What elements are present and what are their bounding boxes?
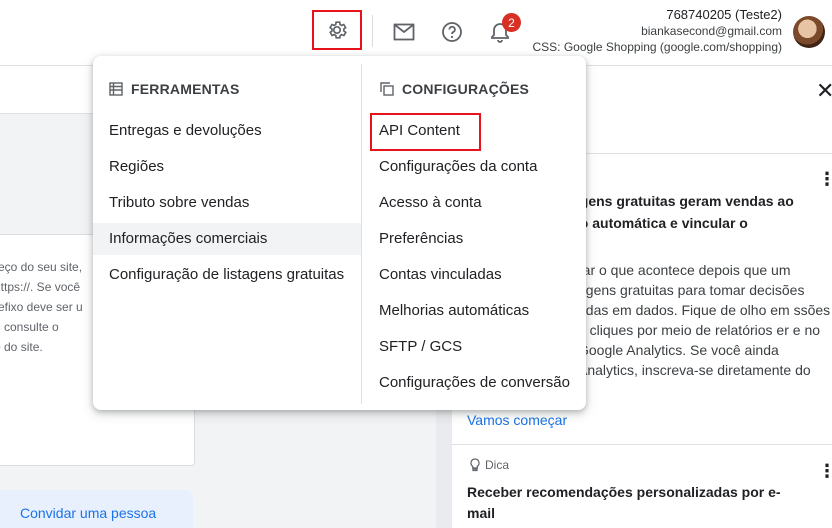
menu-item-shipping[interactable]: Entregas e devoluções xyxy=(93,115,361,147)
help-icon xyxy=(442,22,462,42)
tip-label-text: Dica xyxy=(485,458,510,472)
card-line: reço do seu site, xyxy=(0,260,83,274)
menu-item-content-api[interactable]: API Content xyxy=(362,115,586,147)
card-line: o do site. xyxy=(0,340,43,354)
menu-item-account-settings[interactable]: Configurações da conta xyxy=(362,151,586,183)
invite-person-button[interactable]: Convidar uma pessoa xyxy=(0,490,193,528)
avatar[interactable] xyxy=(793,16,825,48)
close-icon[interactable]: ✕ xyxy=(816,78,832,104)
settings-heading: CONFIGURAÇÕES xyxy=(380,81,529,97)
settings-heading-label: CONFIGURAÇÕES xyxy=(402,81,530,97)
account-info[interactable]: 768740205 (Teste2) biankasecond@gmail.co… xyxy=(533,7,783,55)
card-line: https://. Se você xyxy=(0,280,81,294)
menu-item-conversion-settings[interactable]: Configurações de conversão xyxy=(362,367,586,399)
mail-button[interactable] xyxy=(384,12,424,52)
panel-divider xyxy=(452,444,832,445)
menu-item-free-listings[interactable]: Configuração de listagens gratuitas xyxy=(93,259,361,291)
toolbar-divider xyxy=(372,15,373,47)
more-vert-icon[interactable]: ⋮ xyxy=(818,170,832,188)
tools-heading-label: FERRAMENTAS xyxy=(131,81,240,97)
account-css: CSS: Google Shopping (google.com/shoppin… xyxy=(532,40,783,54)
get-started-link[interactable]: Vamos começar xyxy=(467,412,567,428)
gear-icon xyxy=(329,21,347,39)
tools-icon xyxy=(109,82,123,96)
menu-item-preferences[interactable]: Preferências xyxy=(362,223,586,255)
mail-icon xyxy=(393,23,415,41)
menu-item-linked-accounts[interactable]: Contas vinculadas xyxy=(362,259,586,291)
account-id: 768740205 (Teste2) xyxy=(666,7,782,22)
menu-item-auto-improvements[interactable]: Melhorias automáticas xyxy=(362,295,586,327)
tip-label: Dica xyxy=(469,458,509,472)
menu-item-sales-tax[interactable]: Tributo sobre vendas xyxy=(93,187,361,219)
tools-heading: FERRAMENTAS xyxy=(109,81,240,97)
tip-title: Receber recomendações personalizadas por… xyxy=(467,484,781,521)
menu-item-account-access[interactable]: Acesso à conta xyxy=(362,187,586,219)
settings-icon xyxy=(380,82,394,96)
help-button[interactable] xyxy=(432,12,472,52)
card-line: u consulte o xyxy=(0,320,59,334)
account-email: biankasecond@gmail.com xyxy=(641,24,782,38)
menu-item-business-info[interactable]: Informações comerciais xyxy=(93,223,361,255)
lightbulb-icon xyxy=(470,458,480,472)
card-line: refixo deve ser u xyxy=(0,300,83,314)
menu-item-sftp-gcs[interactable]: SFTP / GCS xyxy=(362,331,586,363)
menu-item-regions[interactable]: Regiões xyxy=(93,151,361,183)
settings-gear-button[interactable] xyxy=(312,10,362,50)
panel-card-title: agens gratuitas geram vendas ao ão autom… xyxy=(572,193,794,231)
notification-badge: 2 xyxy=(502,13,521,32)
more-vert-icon[interactable]: ⋮ xyxy=(818,462,832,480)
tools-settings-menu: FERRAMENTAS Entregas e devoluções Regiõe… xyxy=(93,56,586,410)
panel-card-body: rar o que acontece depois que um agens g… xyxy=(578,262,831,378)
